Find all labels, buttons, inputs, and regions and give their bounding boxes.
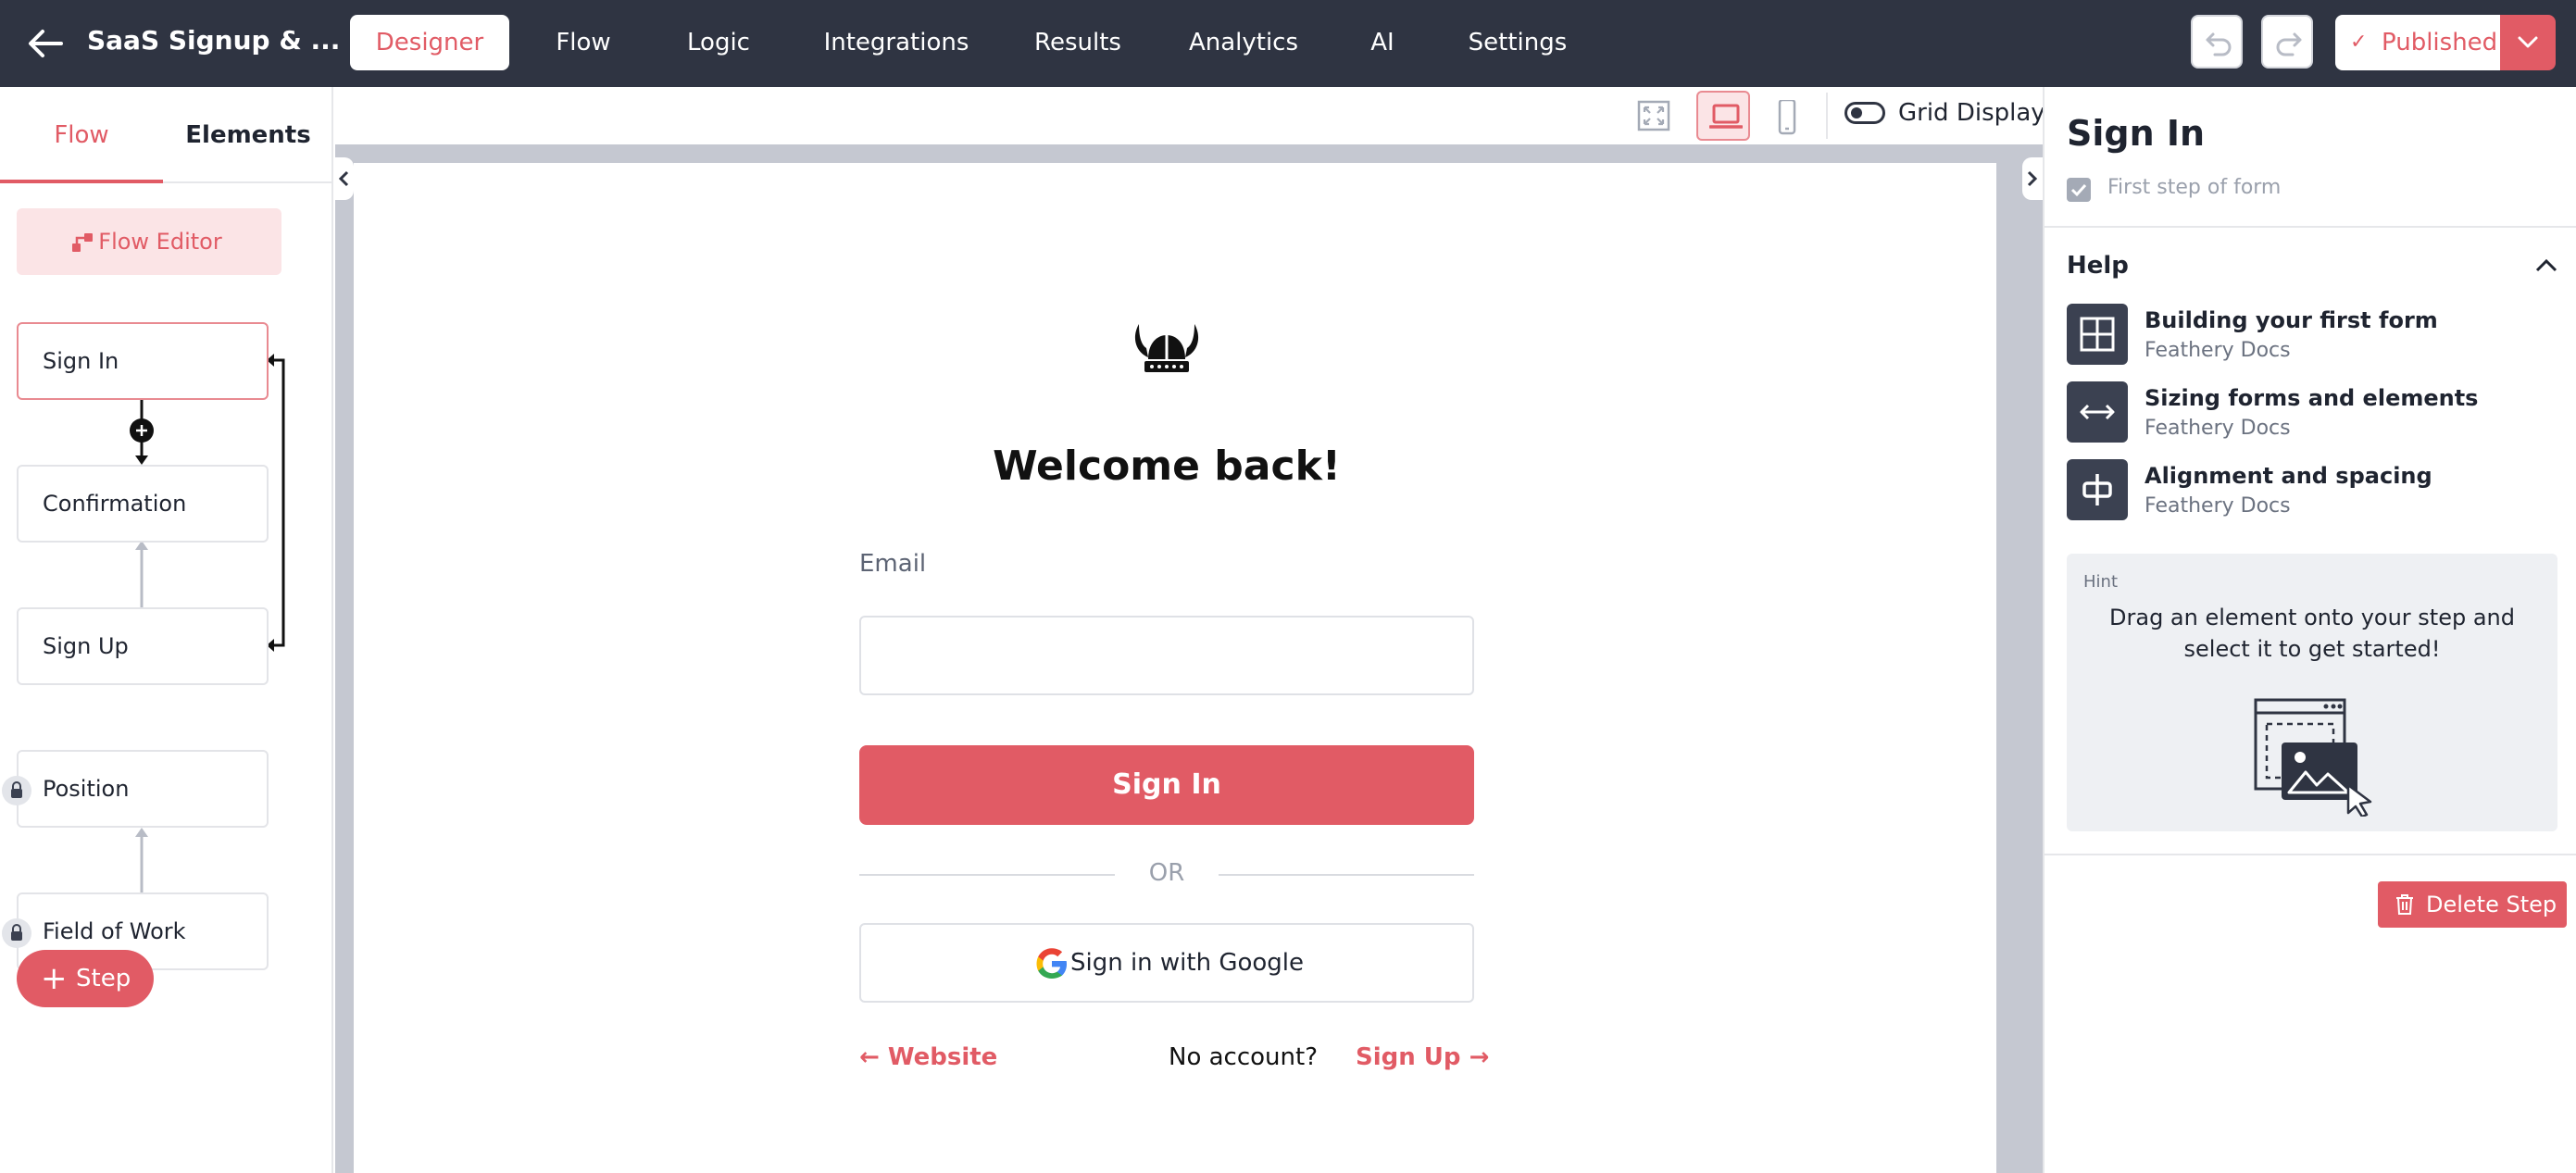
tab-designer[interactable]: Designer [350,15,509,70]
step-card-sign-up[interactable]: Sign Up [17,607,269,685]
lock-icon [2,918,31,948]
fullscreen-view-button[interactable] [1626,91,1680,141]
google-icon [1036,948,1067,979]
plus-icon: + [41,960,68,997]
help-link-sizing[interactable]: Sizing forms and elements [2145,385,2478,411]
trash-icon [2396,894,2413,915]
redo-icon [2276,32,2302,56]
chevron-right-icon [2027,170,2038,187]
first-step-label: First step of form [2107,176,2282,199]
redo-button[interactable] [2261,15,2313,69]
arrow-right-icon: → [1460,1043,1490,1071]
phone-icon [1778,100,1796,135]
sign-in-with-google-button[interactable]: Sign in with Google [859,923,1474,1003]
google-button-label: Sign in with Google [1069,949,1305,977]
help-link-source: Feathery Docs [2145,494,2291,518]
grid-display-toggle[interactable] [1844,102,1885,124]
add-step-button[interactable]: + Step [17,950,154,1007]
help-link-source: Feathery Docs [2145,417,2291,440]
sign-up-link-label: Sign Up [1356,1043,1461,1071]
collapse-right-panel-button[interactable] [2022,157,2043,200]
sign-in-button[interactable]: Sign In [859,745,1474,825]
tab-flow[interactable]: Flow [507,15,659,70]
published-button[interactable]: ✓ Published [2335,15,2500,70]
help-link-source: Feathery Docs [2145,339,2291,362]
first-step-checkbox[interactable] [2067,178,2091,202]
step-card-position[interactable]: Position [17,750,269,828]
sign-up-link[interactable]: Sign Up → [1356,1043,1489,1071]
collapse-left-panel-button[interactable] [335,157,354,200]
help-link-building-form[interactable]: Building your first form [2145,307,2438,333]
delete-step-button[interactable]: Delete Step [2378,881,2567,928]
email-label: Email [859,550,927,578]
tab-ai[interactable]: AI [1352,15,1413,70]
grid-display-label: Grid Display [1898,99,2045,127]
drag-element-illustration-icon [2254,698,2372,817]
welcome-heading: Welcome back! [993,443,1341,490]
publish-dropdown-button[interactable] [2500,15,2556,70]
divider [2045,854,2576,855]
layout-icon[interactable] [2067,304,2128,365]
hint-label: Hint [2083,572,2119,592]
undo-button[interactable] [2191,15,2243,69]
delete-step-label: Delete Step [2426,892,2557,917]
or-divider-left [859,874,1115,876]
resize-icon[interactable] [2067,381,2128,443]
help-section-title[interactable]: Help [2067,252,2129,280]
email-field[interactable] [859,616,1474,695]
chevron-down-icon [2518,36,2538,48]
chevron-up-icon[interactable] [2533,256,2559,276]
chevron-left-icon [338,170,349,187]
mobile-view-button[interactable] [1759,91,1813,141]
check-icon [2070,183,2087,197]
add-step-label: Step [76,965,131,992]
tab-analytics[interactable]: Analytics [1176,15,1311,70]
step-card-sign-in[interactable]: Sign In [17,322,269,400]
hint-text: Drag an element onto your step and selec… [2109,605,2515,662]
desktop-view-button[interactable] [1696,91,1750,141]
tab-settings[interactable]: Settings [1454,15,1582,70]
or-divider-text: OR [1148,859,1185,887]
published-label: Published [2382,29,2498,56]
step-card-confirmation[interactable]: Confirmation [17,465,269,543]
website-link[interactable]: ← Website [859,1043,997,1071]
check-icon: ✓ [2350,31,2368,54]
tab-integrations[interactable]: Integrations [806,15,987,70]
arrow-left-icon: ← [859,1043,888,1071]
lock-icon [2,776,31,805]
or-divider-right [1219,874,1474,876]
step-title: Sign In [2067,113,2206,154]
website-link-label: Website [887,1043,998,1071]
tab-results[interactable]: Results [1019,15,1137,70]
help-link-alignment[interactable]: Alignment and spacing [2145,463,2432,489]
undo-icon [2206,32,2232,56]
no-account-text: No account? [1169,1043,1319,1071]
align-icon[interactable] [2067,459,2128,520]
tab-logic[interactable]: Logic [659,15,778,70]
toolbar-divider [1826,93,1828,139]
viking-helmet-logo [1134,324,1199,372]
divider [2045,226,2576,228]
laptop-icon [1709,104,1743,129]
expand-icon [1637,100,1670,131]
